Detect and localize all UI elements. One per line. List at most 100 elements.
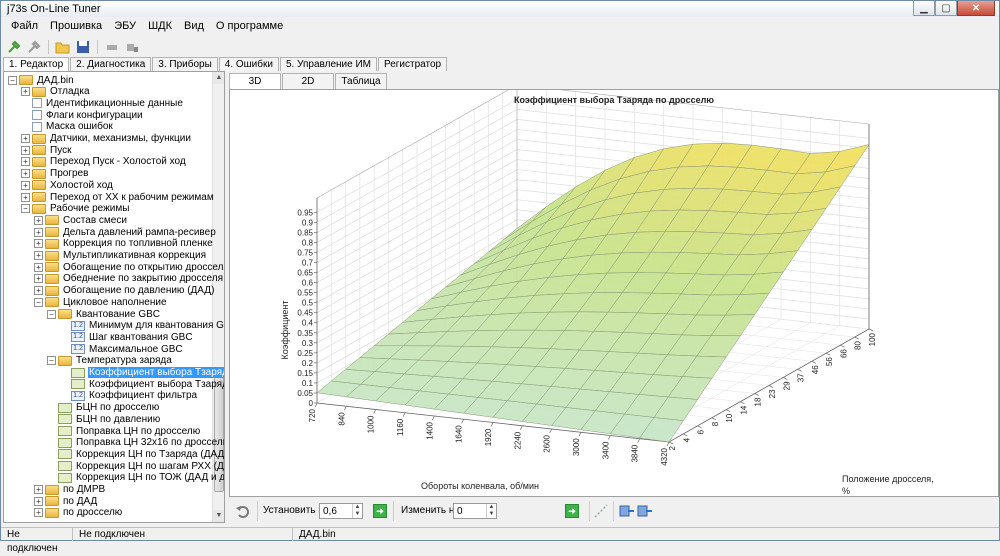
apply-change-button[interactable]: ➜ [565,504,579,518]
collapse-icon[interactable]: − [21,204,30,214]
tab-editor[interactable]: 1. Редактор [3,57,70,71]
open-button[interactable] [54,38,72,56]
tree-node[interactable]: − Цикловое наполнение [34,296,168,308]
collapse-icon[interactable]: − [8,75,17,85]
import-button[interactable] [637,503,653,519]
menu-view[interactable]: Вид [178,18,210,36]
collapse-icon[interactable]: − [34,297,43,307]
expand-icon[interactable]: + [34,508,43,518]
set-value-input[interactable]: 0,6 ▲ ▼ [319,503,363,519]
interpolate-button[interactable] [593,503,609,519]
tree-node[interactable]: БЦН по дросселю [47,402,160,414]
expand-icon[interactable]: + [34,227,43,237]
tree-node[interactable]: + Переход от ХХ к рабочим режимам [21,191,215,203]
maximize-button[interactable]: ▢ [935,1,957,16]
x-tick-label: 720 [308,408,317,422]
tab-gauges[interactable]: 3. Приборы [152,57,218,71]
tree-node[interactable]: Поправка ЦН по дросселю [47,425,201,437]
tab-2d[interactable]: 2D [282,73,334,89]
scroll-up-icon[interactable]: ▲ [213,72,224,84]
expand-icon[interactable]: + [34,496,43,506]
surface-plot[interactable]: 0 0.05 0.1 0.15 0.2 0.25 0.3 0.35 0.4 0.45 0.5 0.55… [229,84,999,497]
menu-file[interactable]: Файл [5,18,44,36]
menu-wbo[interactable]: ШДК [142,18,178,36]
tree-node[interactable]: + Датчики, механизмы, функции [21,133,192,145]
tree-node[interactable]: − ДАД.bin [8,74,75,86]
tree-node[interactable]: + по ДАД [34,495,98,507]
tree-node[interactable]: Идентификационные данные [21,97,184,109]
tab-errors[interactable]: 4. Ошибки [218,57,279,71]
tree-node[interactable]: + Обогащение по открытию дросселя [34,261,224,273]
tab-table[interactable]: Таблица [335,73,387,89]
tree-node[interactable]: Коррекция ЦН по шагам РХХ (ДАД [47,460,224,472]
expand-icon[interactable]: + [34,286,43,296]
collapse-icon[interactable]: − [47,309,56,319]
expand-icon[interactable]: + [34,274,43,284]
apply-set-button[interactable]: ➜ [373,504,387,518]
tree-node[interactable]: + по ДМРВ [34,484,106,496]
minimize-button[interactable]: ▁ [913,1,935,16]
tree-node[interactable]: Коррекция ЦН по ТОЖ (ДАД и дрос [47,472,224,484]
expand-icon[interactable]: + [21,87,30,97]
arrow-right-icon: ➜ [376,506,384,516]
tree-node[interactable]: + Состав смеси [34,214,128,226]
tree-node[interactable]: + Отладка [21,86,91,98]
expand-icon[interactable]: + [21,145,30,155]
tree-node[interactable]: + Обеднение по закрытию дросселя [34,273,224,285]
tree-node[interactable]: + Мультипликативная коррекция [34,250,207,262]
expand-icon[interactable]: + [34,485,43,494]
menu-firmware[interactable]: Прошивка [44,18,108,36]
tree-node[interactable]: + Прогрев [21,168,89,180]
tree-node[interactable]: − Рабочие режимы [21,203,130,215]
expand-icon[interactable]: + [34,262,43,272]
expand-icon[interactable]: + [21,134,30,143]
tab-logger[interactable]: Регистратор [377,57,448,71]
read-button[interactable] [103,38,121,56]
collapse-icon[interactable]: − [47,356,56,366]
change-value-input[interactable]: 0 ▲ ▼ [453,503,497,519]
tree-node[interactable]: Коэффициент выбора Тзаряда по [60,367,224,379]
tree-node[interactable]: + Обогащение по давлению (ДАД) [34,285,215,297]
tab-3d[interactable]: 3D [229,73,281,89]
spin-arrows-icon[interactable]: ▲ ▼ [486,504,496,518]
tree-node[interactable]: 1.2 Коэффициент фильтра [60,390,198,402]
tree-node[interactable]: Флаги конфигурации [21,109,144,121]
tree-node[interactable]: + Холостой ход [21,179,114,191]
tree-node[interactable]: + Коррекция по топливной пленке [34,238,214,250]
write-button[interactable] [123,38,141,56]
menu-ecu[interactable]: ЭБУ [108,18,142,36]
tab-diagnostics[interactable]: 2. Диагностика [70,57,152,71]
tree-node[interactable]: Коэффициент выбора Тзаряда по [60,378,224,390]
tree-node[interactable]: + по дросселю [34,507,123,519]
expand-icon[interactable]: + [21,192,30,202]
tree-node[interactable]: Маска ошибок [21,121,114,133]
expand-icon[interactable]: + [34,215,43,225]
scroll-down-icon[interactable]: ▼ [213,510,224,522]
export-button[interactable] [619,503,635,519]
surface-plot-svg[interactable]: 00.050.10.150.20.250.30.350.40.450.50.55… [230,84,998,496]
close-button[interactable]: ✕ [957,1,995,16]
tree-node[interactable]: 1.2 Максимальное GBC [60,343,184,355]
connect-button[interactable] [5,38,23,56]
expand-icon[interactable]: + [21,157,30,167]
tree-node[interactable]: БЦН по давлению [47,413,161,425]
tab-actuators[interactable]: 5. Управление ИМ [279,57,377,71]
tree-node[interactable]: − Квантование GBC [47,308,161,320]
expand-icon[interactable]: + [34,239,43,249]
tree-node[interactable]: − Температура заряда [47,355,173,367]
expand-icon[interactable]: + [34,251,43,260]
undo-button[interactable] [235,503,251,519]
tree-node[interactable]: 1.2 Минимум для квантования GBC [60,320,224,332]
expand-icon[interactable]: + [21,169,30,179]
spin-arrows-icon[interactable]: ▲ ▼ [352,504,362,518]
menu-about[interactable]: О программе [210,18,289,36]
tree-node[interactable]: Коррекция ЦН по Тзаряда (ДАД и д [47,448,224,460]
tree-node[interactable]: + Переход Пуск - Холостой ход [21,156,187,168]
tree-node[interactable]: + Дельта давлений рампа-ресивер [34,226,217,238]
save-button[interactable] [74,38,92,56]
tree-node[interactable]: 1.2 Шаг квантования GBC [60,331,194,343]
expand-icon[interactable]: + [21,180,30,190]
tree-node[interactable]: Поправка ЦН 32х16 по дросселю [47,437,224,449]
tree-node[interactable]: + Пуск [21,144,72,156]
disconnect-button[interactable] [25,38,43,56]
